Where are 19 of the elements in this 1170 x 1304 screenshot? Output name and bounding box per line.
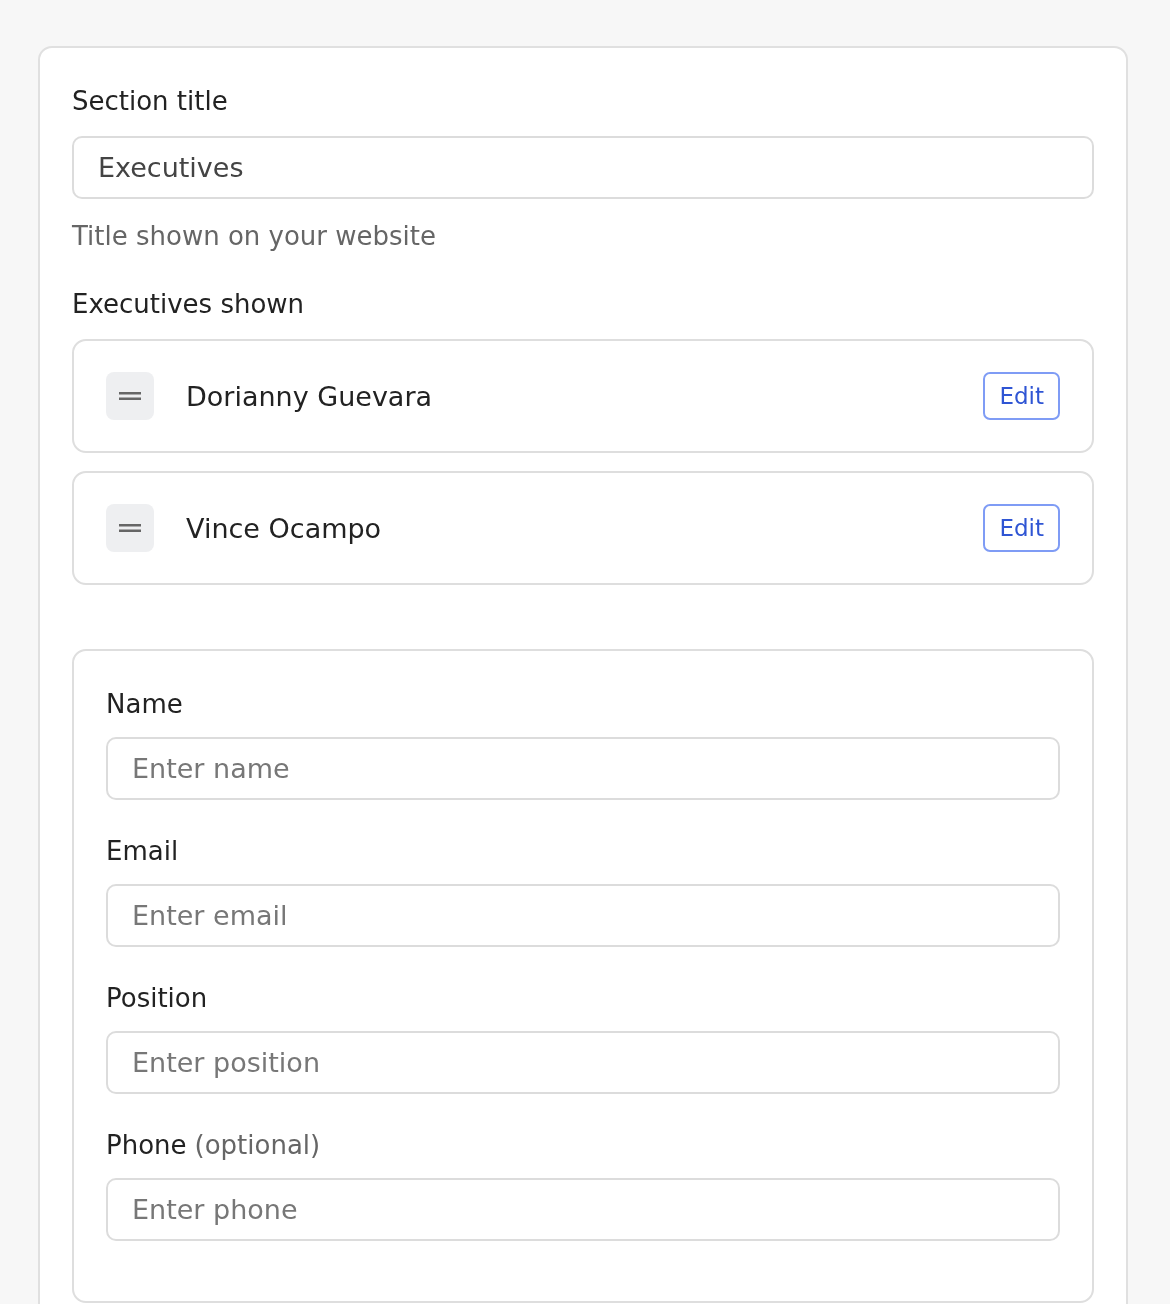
section-title-field[interactable]: Executives bbox=[72, 136, 1094, 199]
field-label: Position bbox=[106, 983, 208, 1013]
text-field[interactable]: Enter email bbox=[106, 884, 1060, 947]
drag-handle-icon[interactable] bbox=[106, 372, 154, 420]
drag-handle-icon[interactable] bbox=[106, 504, 154, 552]
field-label: Phone bbox=[106, 1130, 187, 1160]
executive-name: Dorianny Guevara bbox=[186, 380, 434, 412]
field-label: Name bbox=[106, 689, 183, 719]
edit-button[interactable]: Edit bbox=[983, 504, 1060, 552]
text-field[interactable]: Enter phone bbox=[106, 1178, 1060, 1241]
executive-name: Vince Ocampo bbox=[186, 512, 383, 544]
text-field[interactable]: Enter position bbox=[106, 1031, 1060, 1094]
edit-button[interactable]: Edit bbox=[983, 372, 1060, 420]
optional-hint: (optional) bbox=[194, 1130, 321, 1160]
helper-text: Title shown on your website bbox=[72, 221, 438, 251]
list-label: Executives shown bbox=[72, 289, 306, 319]
field-label: Email bbox=[106, 836, 179, 866]
text-field[interactable]: Enter name bbox=[106, 737, 1060, 800]
field-label: Section title bbox=[72, 86, 229, 116]
